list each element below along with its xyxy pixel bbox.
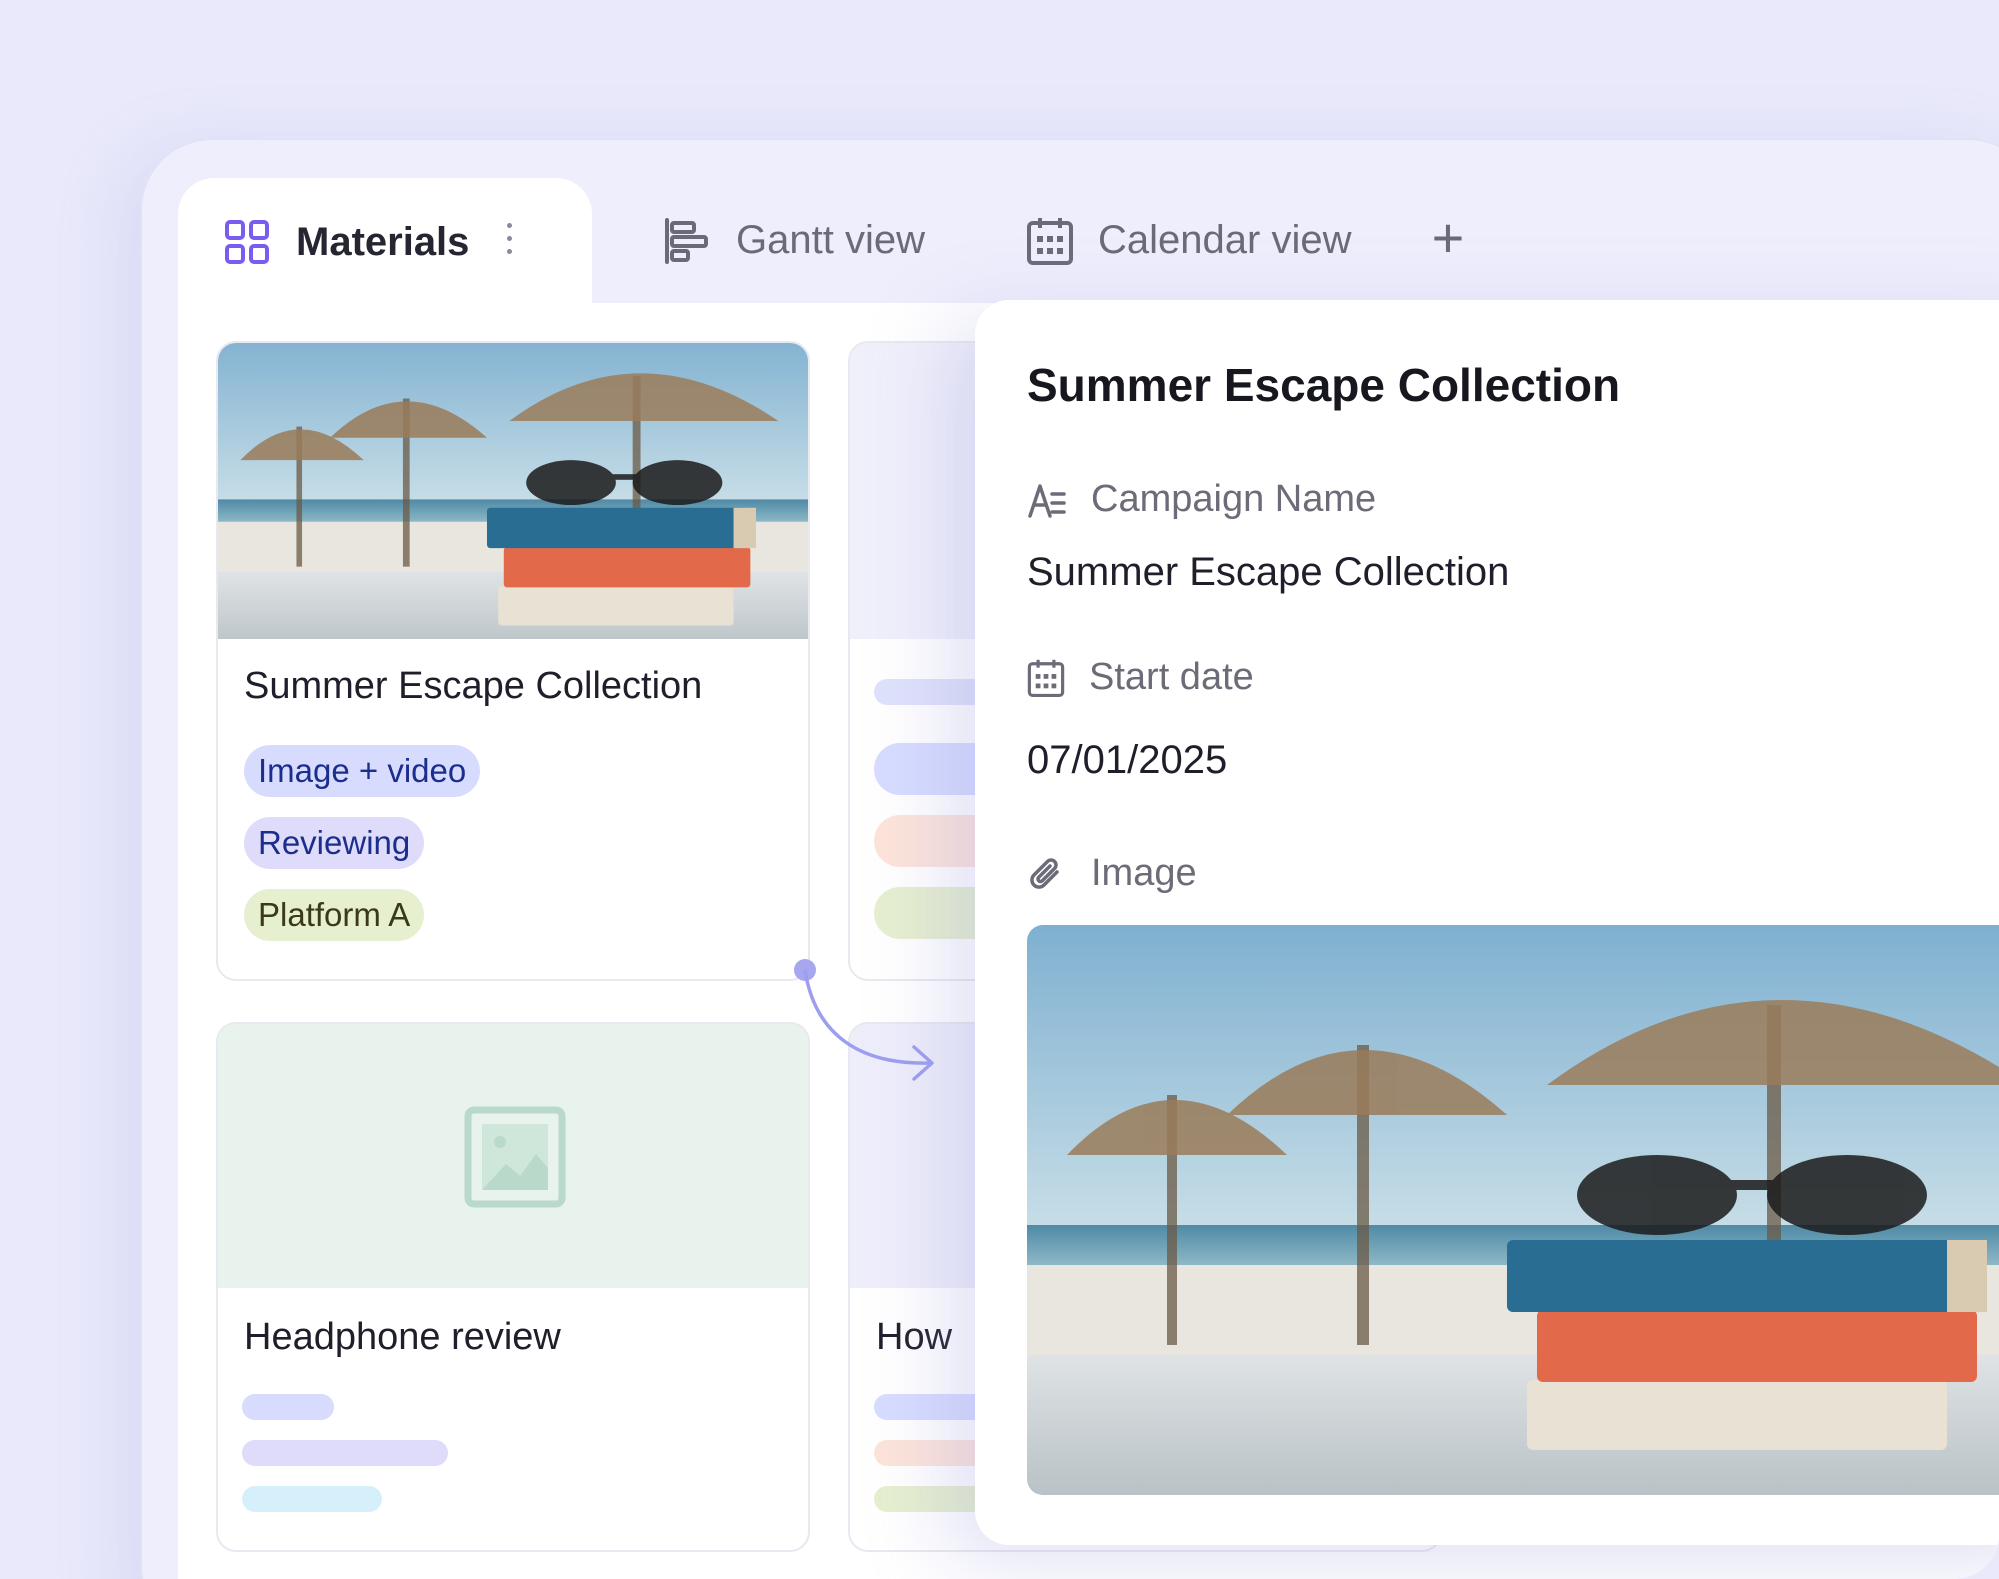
calendar-icon [1027, 659, 1065, 697]
app-stage: Materials Gantt view Calendar view + Sum… [0, 0, 1999, 1579]
campaign-name-value[interactable]: Summer Escape Collection [1027, 550, 1509, 595]
material-card[interactable]: Summer Escape Collection Image + video R… [216, 341, 810, 981]
tab-options-icon[interactable] [506, 223, 514, 259]
status-tag: Reviewing [244, 817, 425, 869]
tab-calendar-label: Calendar view [1098, 218, 1352, 262]
card-thumbnail [218, 343, 808, 639]
view-tabs: Materials Gantt view Calendar view + [178, 178, 1999, 306]
tab-materials-label: Materials [296, 219, 470, 264]
card-title: Headphone review [244, 1316, 561, 1358]
platform-tag: Platform A [244, 889, 425, 941]
card-title: Summer Escape Collection [244, 665, 703, 707]
tab-calendar[interactable]: Calendar view [1026, 178, 1351, 303]
start-date-value[interactable]: 07/01/2025 [1027, 738, 1227, 783]
gantt-icon [665, 217, 708, 264]
card-thumbnail [218, 1024, 808, 1288]
campaign-image[interactable] [1027, 925, 1999, 1495]
tab-gantt-label: Gantt view [736, 218, 925, 262]
detail-panel: Summer Escape Collection Campaign Name S… [975, 300, 1999, 1545]
panel-title: Summer Escape Collection [1027, 359, 1621, 411]
grid-icon [225, 220, 269, 264]
tab-gantt[interactable]: Gantt view [662, 178, 925, 303]
add-view-button[interactable]: + [1418, 208, 1478, 268]
campaign-name-label: Campaign Name [1027, 478, 1376, 521]
placeholder-bar [242, 1394, 334, 1420]
card-title: How [876, 1316, 953, 1358]
paperclip-icon [1030, 857, 1059, 889]
image-placeholder-icon [464, 1106, 566, 1208]
connector-arrow-icon [794, 959, 934, 1081]
format-tag: Image + video [244, 745, 481, 797]
placeholder-bar [242, 1440, 448, 1466]
image-label: Image [1027, 852, 1197, 895]
calendar-icon [1027, 217, 1073, 265]
text-field-icon [1028, 483, 1066, 518]
tab-materials[interactable]: Materials [178, 178, 592, 306]
start-date-label: Start date [1027, 656, 1254, 699]
material-card[interactable]: Headphone review [216, 1022, 810, 1552]
placeholder-bar [242, 1486, 382, 1512]
